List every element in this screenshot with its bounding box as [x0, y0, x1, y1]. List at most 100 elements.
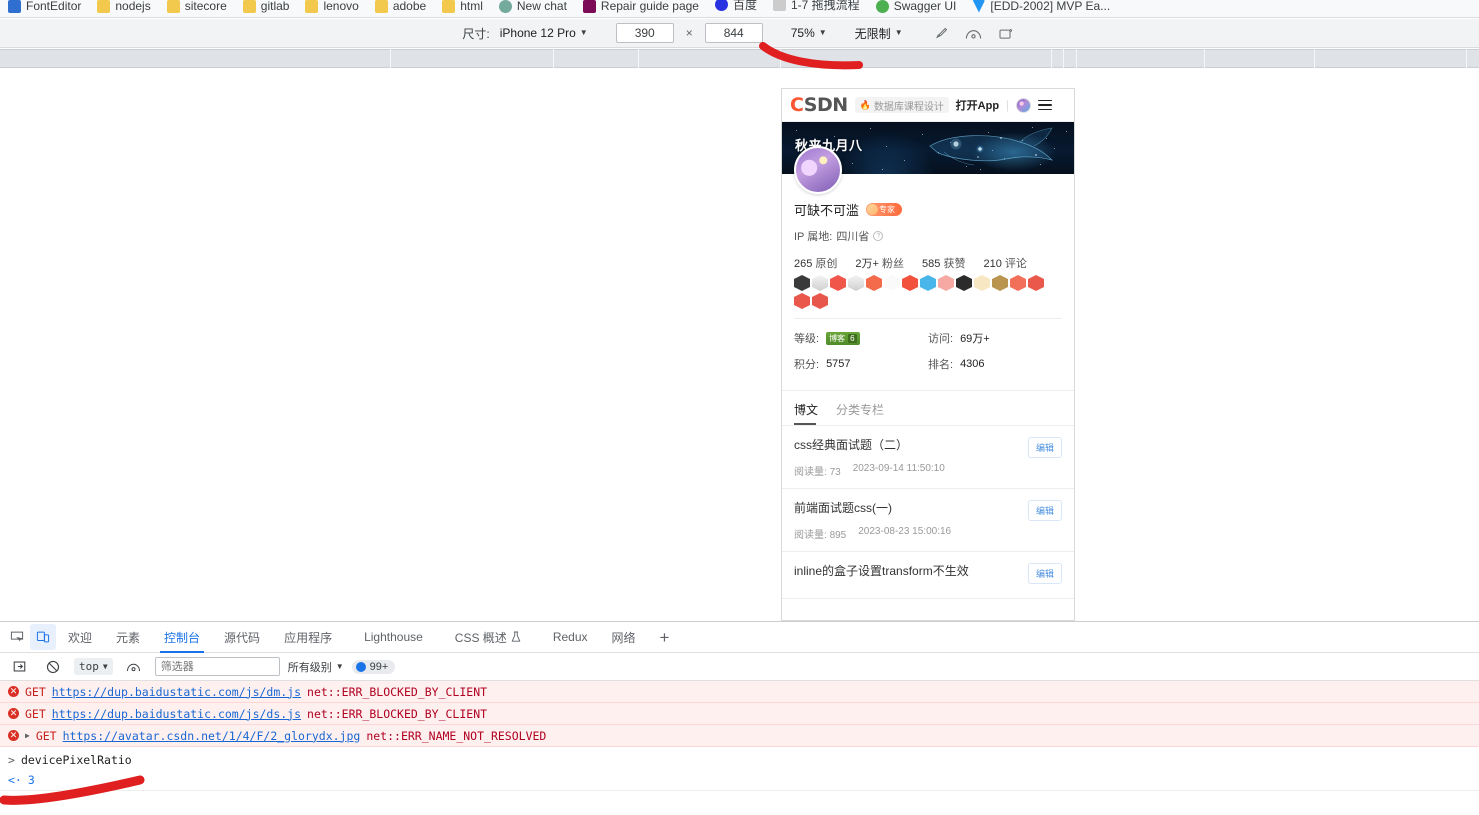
badge-balance-icon[interactable]: [1010, 275, 1026, 291]
log-level-select[interactable]: 所有级别 ▼: [288, 659, 344, 675]
article-row[interactable]: 前端面试题css(一) 阅读量: 895 2023-08-23 15:00:16…: [782, 489, 1074, 552]
badge-1024-icon[interactable]: [1028, 275, 1044, 291]
bookmark-item[interactable]: 1-7 拖拽流程: [773, 0, 860, 13]
clear-console-icon[interactable]: [40, 654, 66, 680]
stat-item[interactable]: 210 评论: [983, 255, 1026, 271]
badge-flame-icon[interactable]: [830, 275, 846, 291]
stat-item[interactable]: 265 原创: [794, 255, 837, 271]
request-method: GET: [35, 728, 57, 743]
menu-icon[interactable]: [1038, 99, 1053, 111]
bookmark-item[interactable]: lenovo: [305, 0, 359, 13]
add-panel-icon[interactable]: +: [648, 629, 682, 646]
article-row[interactable]: css经典面试题（二） 阅读量: 73 2023-09-14 11:50:10 …: [782, 426, 1074, 489]
tab-css-overview[interactable]: CSS 概述: [435, 622, 533, 653]
prompt-chevron-icon: >: [8, 794, 15, 808]
level-badge-text: 博客: [829, 333, 846, 343]
badge-red-icon[interactable]: [902, 275, 918, 291]
inspect-element-icon[interactable]: [4, 624, 30, 650]
bookmark-item[interactable]: gitlab: [242, 0, 289, 13]
bookmark-item[interactable]: 百度: [714, 0, 757, 13]
throttling-select[interactable]: 无限制 ▼: [855, 25, 903, 42]
tab-welcome[interactable]: 欢迎: [56, 622, 104, 653]
badge-1024b-icon[interactable]: [794, 293, 810, 309]
badge-pink-icon[interactable]: [938, 275, 954, 291]
badge-dark-icon[interactable]: [794, 275, 810, 291]
bookmark-item[interactable]: nodejs: [97, 0, 151, 13]
devtools-tabbar: 欢迎 元素 控制台 源代码 应用程序 Lighthouse CSS 概述 Red…: [0, 622, 1479, 653]
device-emulation-toolbar: 尺寸: iPhone 12 Pro ▼ × 75% ▼ 无限制 ▼: [0, 19, 1479, 48]
stat-item[interactable]: 2万+ 粉丝: [855, 255, 904, 271]
tab-redux[interactable]: Redux: [533, 622, 600, 653]
achievement-badges: [794, 275, 1050, 309]
rotate-icon[interactable]: [963, 22, 985, 44]
screenshot-icon[interactable]: [995, 22, 1017, 44]
bookmark-item[interactable]: html: [442, 0, 483, 13]
tab-application[interactable]: 应用程序: [272, 622, 344, 653]
tab-console[interactable]: 控制台: [152, 622, 212, 653]
zoom-select[interactable]: 75% ▼: [791, 26, 827, 40]
viewport-height-input[interactable]: [704, 23, 763, 43]
search-pill[interactable]: 🔥 数据库课程设计: [854, 97, 949, 113]
badge-black-icon[interactable]: [956, 275, 972, 291]
device-preset-value: iPhone 12 Pro: [499, 26, 576, 40]
device-preset-select[interactable]: iPhone 12 Pro ▼: [500, 26, 588, 40]
console-error-row[interactable]: ✕ GET https://dup.baidustatic.com/js/ds.…: [0, 703, 1479, 725]
visits-row: 访问: 69万+: [928, 330, 1062, 346]
console-prompt[interactable]: >: [0, 791, 1479, 811]
bookmark-item[interactable]: FontEditor: [8, 0, 81, 13]
header-avatar[interactable]: [1016, 97, 1032, 113]
help-icon[interactable]: ?: [873, 231, 884, 241]
request-method: GET: [25, 684, 46, 699]
bookmark-item[interactable]: Swagger UI: [875, 0, 956, 13]
viewport-width-input[interactable]: [615, 23, 674, 43]
console-filter-input[interactable]: [154, 657, 280, 676]
issues-count: 99+: [369, 660, 389, 673]
stat-value: 265: [794, 258, 813, 270]
badge-20-icon[interactable]: [812, 275, 828, 291]
issues-badge[interactable]: 99+: [351, 659, 396, 674]
console-error-row[interactable]: ✕ ▶ GET https://avatar.csdn.net/1/4/F/2_…: [0, 725, 1479, 747]
edit-button[interactable]: 编辑: [1027, 562, 1062, 584]
badge-star-icon[interactable]: [974, 275, 990, 291]
badge-pen-icon[interactable]: [812, 293, 828, 309]
article-row[interactable]: inline的盒子设置transform不生效 编辑: [782, 552, 1074, 599]
tab-blog-posts[interactable]: 博文: [794, 401, 818, 425]
expand-arrow-icon[interactable]: ▶: [25, 731, 30, 740]
emulated-device-viewport[interactable]: CSDN 🔥 数据库课程设计 打开App | 秋来九月八 可缺不可滥 专家 IP…: [781, 88, 1075, 621]
csdn-logo[interactable]: CSDN: [790, 95, 848, 115]
bookmark-label: [EDD-2002] MVP Ea...: [990, 0, 1111, 13]
bookmark-item[interactable]: sitecore: [166, 0, 227, 13]
badge-blue-icon[interactable]: [920, 275, 936, 291]
open-app-button[interactable]: 打开App: [956, 97, 999, 113]
tab-categories[interactable]: 分类专栏: [836, 401, 884, 425]
edit-button[interactable]: 编辑: [1027, 499, 1062, 521]
live-expression-icon[interactable]: [121, 654, 147, 680]
color-picker-icon[interactable]: [931, 22, 953, 44]
badge-github-icon[interactable]: [884, 275, 900, 291]
badge-face-icon[interactable]: [866, 275, 882, 291]
rank-row: 排名: 4306: [928, 356, 1062, 372]
execution-context-select[interactable]: top ▼: [74, 658, 113, 675]
bookmark-favicon: [97, 0, 111, 13]
tab-elements[interactable]: 元素: [104, 622, 152, 653]
console-error-row[interactable]: ✕ GET https://dup.baidustatic.com/js/dm.…: [0, 681, 1479, 703]
console-toolbar: top ▼ 所有级别 ▼ 99+: [0, 653, 1479, 681]
tab-network[interactable]: 网络: [600, 622, 648, 653]
badge-gold-icon[interactable]: [992, 275, 1008, 291]
badge-40-icon[interactable]: [848, 275, 864, 291]
bookmark-item[interactable]: [EDD-2002] MVP Ea...: [972, 0, 1110, 13]
profile-avatar[interactable]: [794, 146, 842, 194]
error-icon: ✕: [8, 686, 19, 697]
console-sidebar-icon[interactable]: [6, 654, 32, 680]
tab-lighthouse[interactable]: Lighthouse: [344, 622, 435, 653]
tab-sources[interactable]: 源代码: [212, 622, 272, 653]
toggle-device-toolbar-icon[interactable]: [30, 624, 56, 650]
bookmark-item[interactable]: New chat: [498, 0, 567, 13]
request-url[interactable]: https://avatar.csdn.net/1/4/F/2_glorydx.…: [63, 729, 361, 743]
bookmark-item[interactable]: adobe: [374, 0, 426, 13]
request-url[interactable]: https://dup.baidustatic.com/js/dm.js: [52, 685, 301, 699]
bookmark-item[interactable]: Repair guide page: [582, 0, 699, 13]
request-url[interactable]: https://dup.baidustatic.com/js/ds.js: [52, 707, 301, 721]
edit-button[interactable]: 编辑: [1027, 437, 1062, 458]
stat-item[interactable]: 585 获赞: [922, 255, 965, 271]
